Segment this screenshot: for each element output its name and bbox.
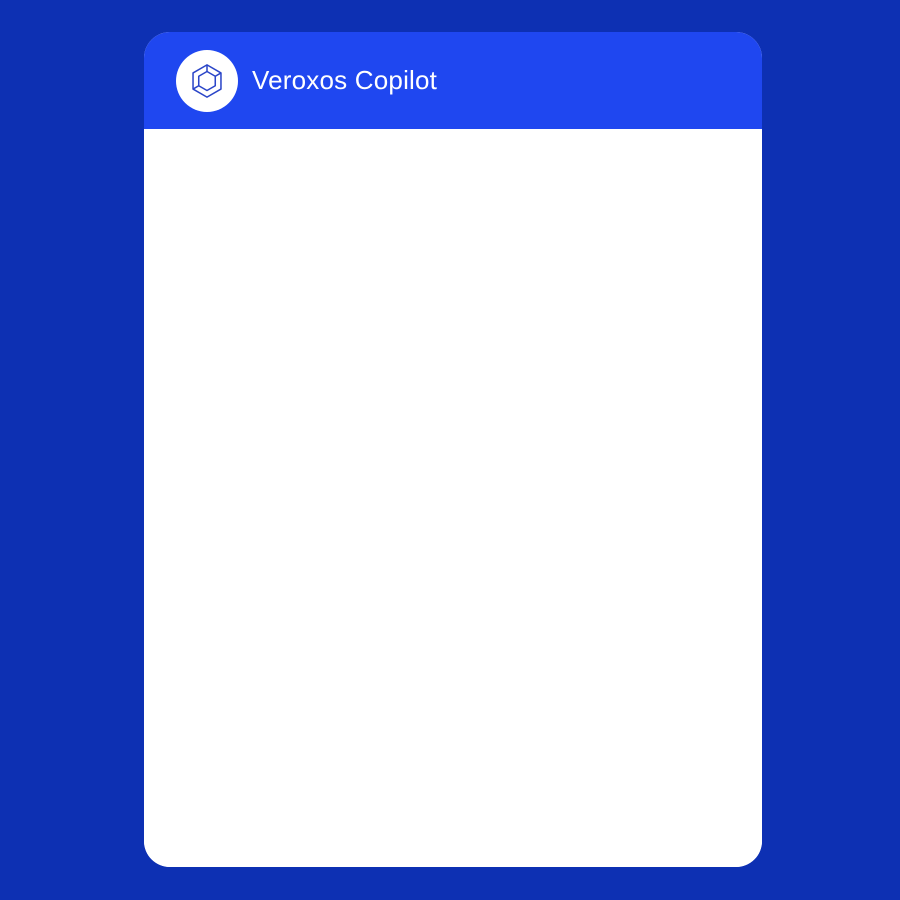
page-title: Veroxos Copilot	[252, 65, 438, 95]
chat-window: Veroxos Copilot	[144, 32, 762, 867]
veroxos-hexagon-logo-icon	[192, 63, 222, 98]
chat-header: Veroxos Copilot	[144, 32, 762, 129]
avatar	[176, 49, 238, 112]
chat-body	[144, 129, 762, 867]
